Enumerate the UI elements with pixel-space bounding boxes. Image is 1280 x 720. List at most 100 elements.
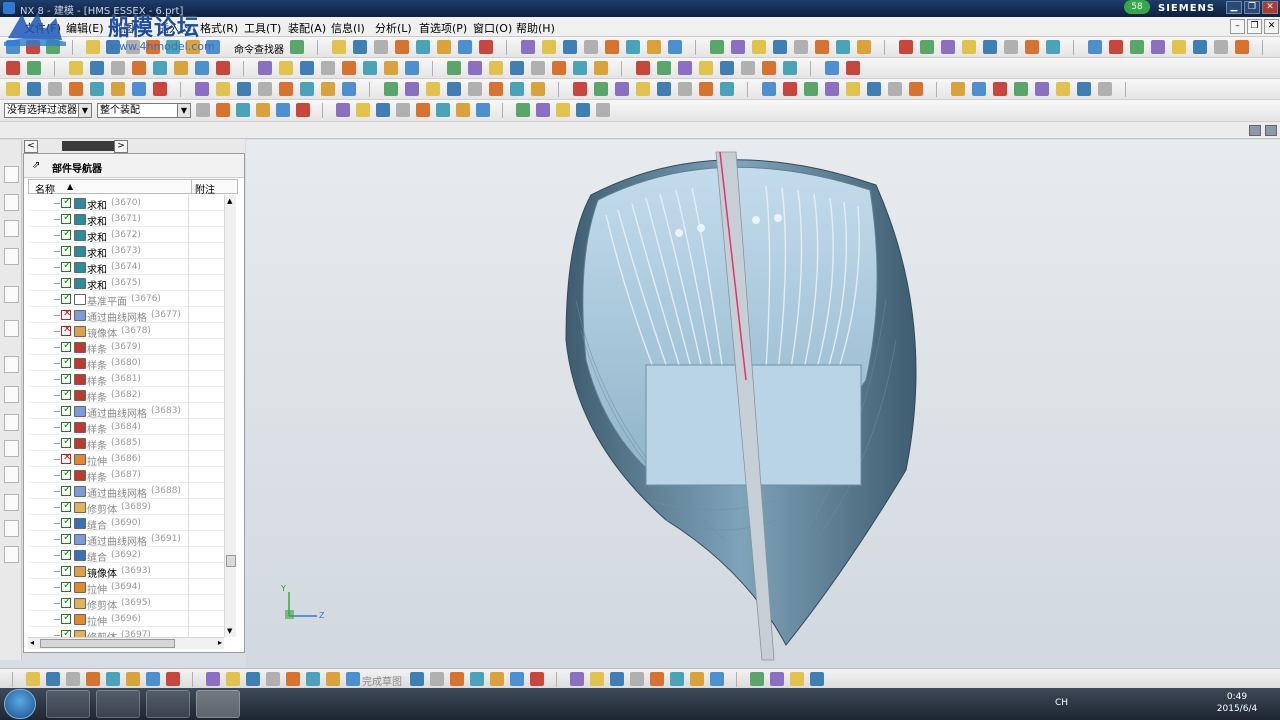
toolbar-tool-icon[interactable] [647, 40, 661, 54]
toolbar-tool-icon[interactable] [596, 103, 610, 117]
navigator-vertical-scrollbar[interactable]: ▲ ▼ [224, 195, 236, 637]
menu-help[interactable]: 帮助(H) [516, 20, 555, 36]
toolbar-tool-icon[interactable] [867, 82, 881, 96]
visibility-checkbox[interactable]: ✓ [61, 580, 71, 592]
toolbar-tool-icon[interactable] [1098, 82, 1112, 96]
visibility-checkbox[interactable]: ✓ [61, 484, 71, 496]
tree-node[interactable]: ✓ 通过曲线网格 (3691) [28, 531, 224, 548]
toolbar-tool-icon[interactable] [436, 103, 450, 117]
toolbar-tool-icon[interactable] [90, 61, 104, 75]
toolbar-tool-icon[interactable] [594, 82, 608, 96]
visibility-checkbox[interactable]: ✓ [61, 612, 71, 624]
toolbar-tool-icon[interactable] [90, 82, 104, 96]
taskbar-app-mail[interactable] [146, 690, 190, 718]
graphics-viewport[interactable]: Y Z [246, 140, 1280, 668]
visibility-checkbox[interactable]: ✕ [61, 452, 71, 464]
resource-tab-icon[interactable] [4, 194, 19, 211]
toolbar-tool-icon[interactable] [951, 82, 965, 96]
toolbar-tool-icon[interactable] [336, 103, 350, 117]
scroll-up-icon[interactable]: ▲ [227, 197, 232, 205]
toolbar-tool-icon[interactable] [26, 672, 40, 686]
visibility-checkbox[interactable]: ✓ [61, 388, 71, 400]
menu-edit[interactable]: 编辑(E) [66, 20, 104, 36]
toolbar-tool-icon[interactable] [962, 40, 976, 54]
visibility-checkbox[interactable]: ✓ [61, 340, 71, 352]
inner-minimize-button[interactable]: – [1230, 19, 1245, 34]
visibility-checkbox[interactable]: ✓ [61, 260, 71, 272]
toolbar-tool-icon[interactable] [783, 82, 797, 96]
toolbar-tool-icon[interactable] [790, 672, 804, 686]
tree-node[interactable]: ✓ 样条 (3684) [28, 419, 224, 436]
toolbar-tool-icon[interactable] [306, 672, 320, 686]
toolbar-tool-icon[interactable] [27, 82, 41, 96]
toolbar-tool-icon[interactable] [226, 672, 240, 686]
toolbar-tool-icon[interactable] [416, 40, 430, 54]
toolbar-tool-icon[interactable] [146, 672, 160, 686]
resource-tab-icon[interactable] [4, 166, 19, 183]
visibility-checkbox[interactable]: ✓ [61, 228, 71, 240]
toolbar-tool-icon[interactable] [762, 82, 776, 96]
toolbar-tool-icon[interactable] [279, 61, 293, 75]
tab-scroll-left-icon[interactable]: < [24, 140, 38, 153]
toolbar-tool-icon[interactable] [610, 672, 624, 686]
tree-node[interactable]: ✓ 拉伸 (3694) [28, 579, 224, 596]
toolbar-tool-icon[interactable] [510, 82, 524, 96]
toolbar-tool-icon[interactable] [899, 40, 913, 54]
toolbar-tool-icon[interactable] [195, 82, 209, 96]
toolbar-tool-icon[interactable] [556, 103, 570, 117]
toolbar-tool-icon[interactable] [468, 82, 482, 96]
toolbar-tool-icon[interactable] [1035, 82, 1049, 96]
toolbar-tool-icon[interactable] [290, 40, 304, 54]
toolbar-tool-icon[interactable] [983, 40, 997, 54]
selection-filter-dropdown[interactable]: 没有选择过滤器 ▼ [4, 103, 92, 118]
toolbar-tool-icon[interactable] [1088, 40, 1102, 54]
toolbar-tool-icon[interactable] [126, 672, 140, 686]
toolbar-tool-icon[interactable] [468, 61, 482, 75]
toolbar-tool-icon[interactable] [48, 82, 62, 96]
tree-node[interactable]: ✓ 求和 (3671) [28, 211, 224, 228]
toolbar-tool-icon[interactable] [456, 103, 470, 117]
toolbar-tool-icon[interactable] [516, 103, 530, 117]
toolbar-tool-icon[interactable] [395, 40, 409, 54]
toolbar-tool-icon[interactable] [321, 61, 335, 75]
toolbar-tool-icon[interactable] [286, 672, 300, 686]
resource-tab-icon[interactable] [4, 494, 19, 511]
toolbar-tool-icon[interactable] [584, 40, 598, 54]
tree-node[interactable]: ✓ 求和 (3674) [28, 259, 224, 276]
sort-ascending-icon[interactable]: ▲ [67, 182, 73, 191]
toolbar-tool-icon[interactable] [1014, 82, 1028, 96]
resource-tab-icon[interactable] [4, 286, 19, 303]
toolbar-tool-icon[interactable] [430, 672, 444, 686]
toolbar-tool-icon[interactable] [296, 103, 310, 117]
column-name-header[interactable]: 名称 [35, 181, 55, 196]
toolbar-tool-icon[interactable] [678, 82, 692, 96]
toolbar-tool-icon[interactable] [106, 672, 120, 686]
toolbar-tool-icon[interactable] [794, 40, 808, 54]
toolbar-tool-icon[interactable] [573, 82, 587, 96]
toolbar-tool-icon[interactable] [405, 82, 419, 96]
toolbar-tool-icon[interactable] [86, 40, 100, 54]
menu-assembly[interactable]: 装配(A) [288, 20, 326, 36]
toolbar-tool-icon[interactable] [174, 61, 188, 75]
toolbar-tool-icon[interactable] [346, 672, 360, 686]
toolbar-tool-icon[interactable] [810, 672, 824, 686]
toolbar-tool-icon[interactable] [246, 672, 260, 686]
visibility-checkbox[interactable]: ✓ [61, 420, 71, 432]
toolbar-tool-icon[interactable] [836, 40, 850, 54]
toolbar-tool-icon[interactable] [479, 40, 493, 54]
menu-window[interactable]: 窗口(O) [473, 20, 512, 36]
resource-tab-icon[interactable] [4, 414, 19, 431]
toolbar-tool-icon[interactable] [1077, 82, 1091, 96]
toolbar-tool-icon[interactable] [300, 61, 314, 75]
toolbar-tool-icon[interactable] [630, 672, 644, 686]
toolbar-tool-icon[interactable] [376, 103, 390, 117]
resource-tab-icon[interactable] [4, 220, 19, 237]
visibility-checkbox[interactable]: ✓ [61, 212, 71, 224]
resource-tab-icon[interactable] [4, 520, 19, 537]
toolbar-tool-icon[interactable] [256, 103, 270, 117]
toolbar-tool-icon[interactable] [857, 40, 871, 54]
toolbar-tool-icon[interactable] [972, 82, 986, 96]
menu-info[interactable]: 信息(I) [331, 20, 365, 36]
scroll-left-icon[interactable]: ◂ [30, 638, 34, 647]
scroll-right-icon[interactable]: ▸ [218, 638, 222, 647]
